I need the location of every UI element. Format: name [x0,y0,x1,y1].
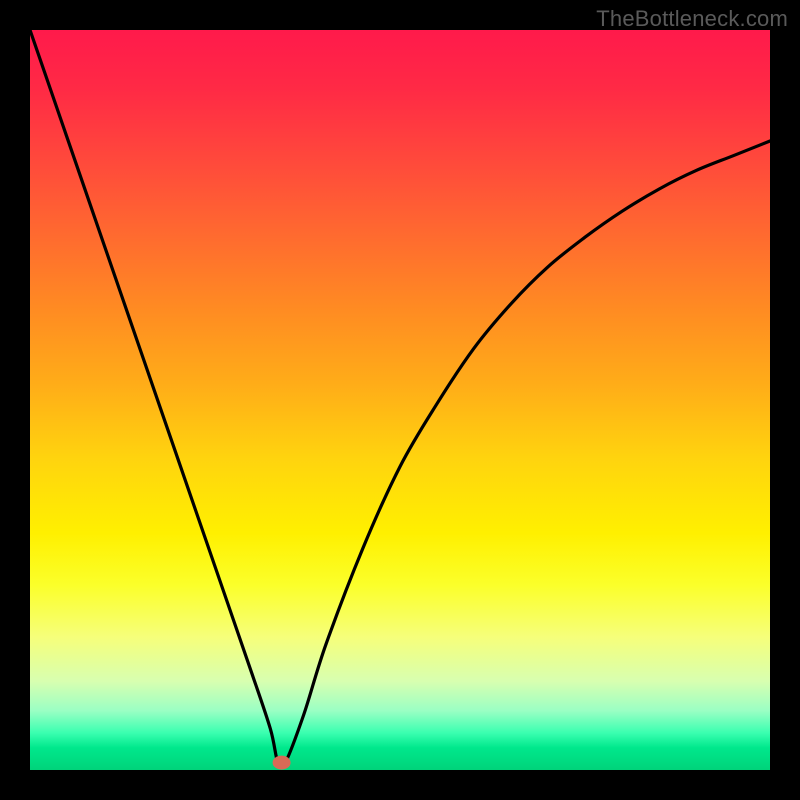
plot-area [30,30,770,770]
bottleneck-curve [30,30,770,768]
curve-layer [30,30,770,770]
optimum-marker [273,756,291,770]
chart-frame: TheBottleneck.com [0,0,800,800]
watermark-text: TheBottleneck.com [596,6,788,32]
